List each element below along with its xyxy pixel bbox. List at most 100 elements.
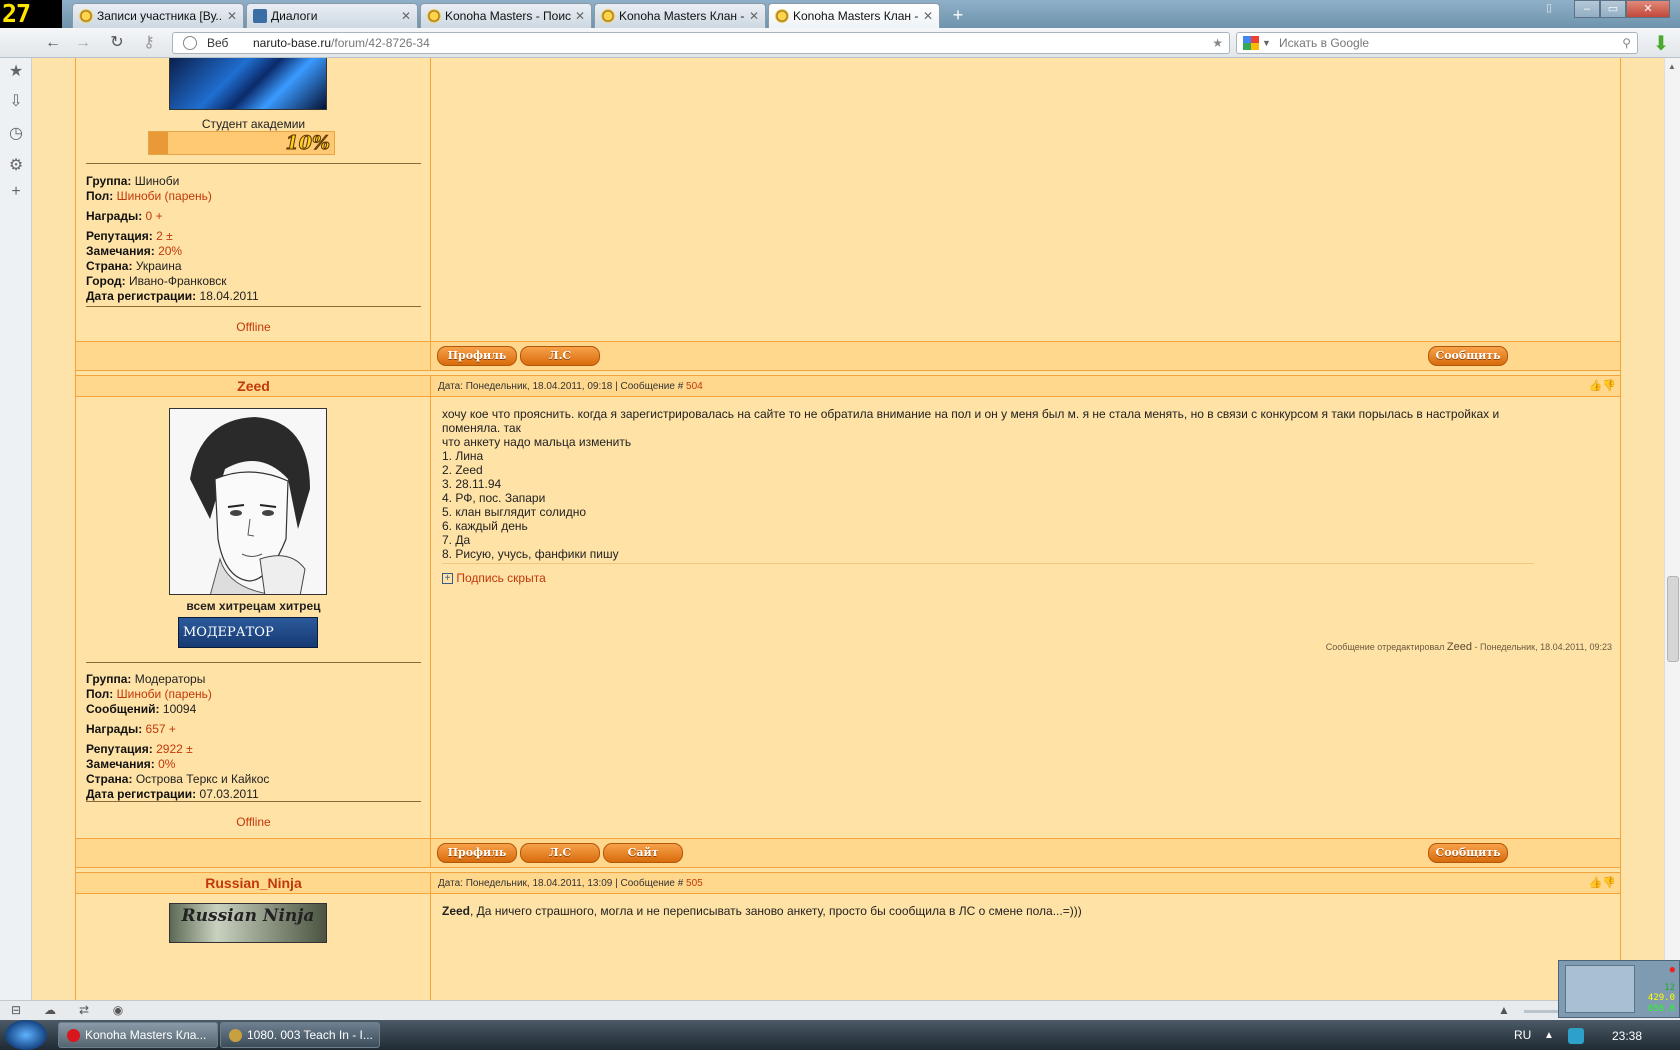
key-icon[interactable]: ⚷ [138, 33, 160, 53]
cloud-icon[interactable]: ☁ [42, 1003, 58, 1019]
history-clock-icon[interactable]: ◷ [6, 124, 26, 144]
rep-plusminus-icon[interactable]: ± [166, 229, 173, 243]
trash-icon[interactable]: ▯ [1536, 0, 1562, 18]
scroll-up-icon[interactable]: ▲ [1668, 62, 1676, 71]
rep-label: Репутация: [86, 229, 153, 243]
taskbar-item-opera[interactable]: Konoha Masters Кла... [58, 1022, 218, 1048]
message-number-link[interactable]: 505 [686, 878, 703, 889]
tab-5-active[interactable]: Konoha Masters Клан -... ✕ [768, 3, 940, 28]
search-icon[interactable]: ⚲ [1622, 33, 1631, 53]
naruto-favicon-icon [601, 9, 615, 23]
forum-thread: Студент академии 10% Группа: Шиноби Пол:… [75, 58, 1621, 1000]
panel-toggle-icon[interactable]: ⊟ [8, 1003, 24, 1019]
reload-icon[interactable]: ↻ [106, 33, 128, 53]
share-icon[interactable]: ⇄ [76, 1003, 92, 1019]
actions-spacer [76, 342, 431, 370]
minimize-button[interactable]: – [1574, 0, 1600, 18]
scrollbar-thumb[interactable] [1667, 576, 1679, 662]
message-number-link[interactable]: 504 [686, 381, 703, 392]
tab-3[interactable]: Konoha Masters - Поиск ✕ [420, 3, 592, 28]
pm-button[interactable]: Л.С [520, 346, 600, 366]
taskbar-item-player[interactable]: 1080. 003 Teach In - I... [220, 1022, 380, 1048]
reg-date-value: 07.03.2011 [199, 787, 259, 801]
language-indicator[interactable]: RU [1514, 1028, 1531, 1042]
site-button[interactable]: Сайт [603, 843, 683, 863]
start-button[interactable] [5, 1020, 47, 1050]
settings-gear-icon[interactable]: ⚙ [6, 156, 26, 176]
thumbs-up-icon[interactable]: 👍 [1589, 877, 1603, 889]
close-icon[interactable]: ✕ [923, 9, 933, 23]
close-icon[interactable]: ✕ [401, 9, 411, 23]
media-player-icon [229, 1029, 242, 1042]
post-line: , Да ничего страшного, могла и не перепи… [470, 904, 1082, 918]
profile-button[interactable]: Профиль [437, 843, 517, 863]
chevron-down-icon[interactable]: ▼ [1262, 33, 1271, 53]
tab-1[interactable]: Записи участника [Ву... ✕ [72, 3, 244, 28]
edit-prefix: Сообщение отредактировал [1325, 642, 1445, 652]
bookmarks-star-icon[interactable]: ★ [6, 62, 26, 82]
report-button[interactable]: Сообщить [1428, 843, 1508, 863]
close-icon[interactable]: ✕ [227, 9, 237, 23]
speed-dial-icon[interactable]: ◉ [110, 1003, 126, 1019]
system-clock[interactable]: 23:38 [1612, 1029, 1642, 1043]
forward-arrow-icon[interactable]: → [72, 33, 94, 53]
post-prev-actions: Профиль Л.С Сообщить [76, 341, 1620, 371]
pm-button[interactable]: Л.С [520, 843, 600, 863]
bookmark-star-icon[interactable]: ★ [1212, 33, 1223, 53]
author-cell: Zeed [76, 376, 431, 396]
warnings-value[interactable]: 0% [158, 757, 175, 771]
zoom-up-icon[interactable]: ▲ [1496, 1003, 1512, 1019]
widget-value: 429.0 [1647, 993, 1675, 1003]
post-504-content: хочу кое что прояснить. когда я зарегист… [432, 397, 1620, 838]
vertical-scrollbar[interactable]: ▲ ▼ [1664, 58, 1680, 1000]
widget-value: 12 [1664, 983, 1675, 993]
window-close-button[interactable]: ✕ [1626, 0, 1670, 18]
new-tab-plus-icon[interactable]: + [945, 4, 971, 26]
tab-4[interactable]: Konoha Masters Клан -... ✕ [594, 3, 766, 28]
downloads-icon[interactable]: ⇩ [6, 92, 26, 112]
close-icon[interactable]: ✕ [575, 9, 585, 23]
award-plus-icon[interactable]: + [156, 209, 163, 223]
tab-2[interactable]: Диалоги ✕ [246, 3, 418, 28]
gender-label: Пол: [86, 189, 114, 203]
reg-date-label: Дата регистрации: [86, 787, 197, 801]
award-plus-icon[interactable]: + [169, 722, 176, 736]
city-value: Ивано-Франковск [129, 274, 227, 288]
address-bar[interactable]: Веб naruto-base.ru/forum/42-8726-34 ★ [172, 32, 1230, 54]
divider [86, 662, 421, 663]
expand-plus-icon[interactable]: + [442, 573, 453, 585]
search-box[interactable]: ▼ Искать в Google ⚲ [1236, 32, 1638, 54]
signature-toggle[interactable]: + Подпись скрыта [442, 571, 546, 585]
awards-value[interactable]: 0 [146, 209, 153, 223]
signature-hidden-label[interactable]: Подпись скрыта [456, 571, 545, 585]
post-author[interactable]: Zeed [76, 378, 431, 394]
download-arrow-icon[interactable]: ⬇ [1650, 31, 1672, 55]
close-icon[interactable]: ✕ [749, 9, 759, 23]
reply-to-user[interactable]: Zeed [442, 904, 470, 918]
group-label: Группа: [86, 174, 132, 188]
maximize-button[interactable]: ▭ [1600, 0, 1626, 18]
post-line: хочу кое что прояснить. когда я зарегист… [442, 407, 1500, 435]
report-button[interactable]: Сообщить [1428, 346, 1508, 366]
rep-value[interactable]: 2922 [156, 742, 183, 756]
user-title: всем хитрецам хитрец [186, 599, 321, 613]
thumbs-up-icon[interactable]: 👍 [1589, 380, 1603, 392]
rep-value[interactable]: 2 [156, 229, 163, 243]
post-author[interactable]: Russian_Ninja [76, 875, 431, 891]
tray-expand-icon[interactable]: ▲ [1544, 1030, 1554, 1041]
tray-app-icon[interactable] [1568, 1028, 1584, 1044]
thumbs-down-icon[interactable]: 👎 [1602, 877, 1616, 889]
edited-note: Сообщение отредактировал Zeed - Понедель… [1326, 641, 1612, 653]
awards-value[interactable]: 657 [146, 722, 166, 736]
profile-button[interactable]: Профиль [437, 346, 517, 366]
vote-icons: 👍👎 [1589, 379, 1616, 392]
back-arrow-icon[interactable]: ← [42, 33, 64, 53]
edit-user: Zeed [1446, 641, 1472, 653]
warnings-value[interactable]: 20% [158, 244, 182, 258]
post-date: Дата: Понедельник, 18.04.2011, 13:09 | С… [438, 878, 684, 889]
browser-side-panel: ★ ⇩ ◷ ⚙ + [0, 58, 32, 1000]
thumbs-down-icon[interactable]: 👎 [1602, 380, 1616, 392]
rep-plusminus-icon[interactable]: ± [186, 742, 193, 756]
add-panel-plus-icon[interactable]: + [6, 182, 26, 202]
post-504-user-panel: всем хитрецам хитрец МОДЕРАТОР Группа: М… [76, 397, 431, 838]
